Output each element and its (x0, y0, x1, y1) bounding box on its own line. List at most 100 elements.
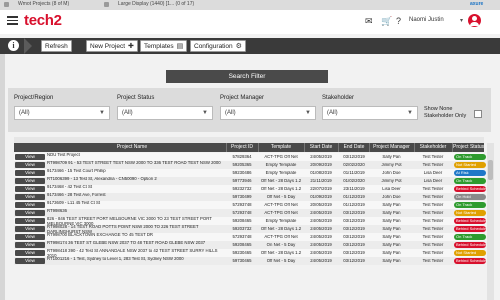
status-badge: Behind Schedule (454, 226, 486, 232)
view-button[interactable]: View (15, 242, 45, 248)
project-name-cell[interactable]: RT998709 91 - 53 TEST STREET TEST NSW 20… (47, 161, 227, 166)
chevron-right-icon (24, 38, 32, 54)
project-name-cell[interactable]: 9173609 - L11 45 Test Ct St (47, 201, 227, 206)
project-id-cell: 59205365 (232, 163, 252, 167)
project-name-cell[interactable]: 9173466 - 28 Test Ave, Forrest (47, 193, 227, 198)
cart-icon[interactable]: 🛒 (381, 16, 392, 27)
project-name-cell[interactable]: 9173466 - 15 Test Court Phillip (47, 169, 227, 174)
template-cell: ACT-TPG Off Net (264, 155, 298, 159)
status-badge: On Track (454, 178, 486, 184)
table-row: View RT998028 - 14 TEST ROAD POTTS POINT … (14, 225, 486, 233)
project-id-cell: 59730499 (232, 195, 252, 199)
project-manager-cell: Sally Pan (382, 235, 401, 239)
mail-icon[interactable]: ✉ (365, 16, 373, 27)
project-id-cell: 59208465 (232, 219, 252, 223)
start-date-cell: 01/09/2019 (310, 195, 332, 199)
project-name-cell[interactable]: 9173468 - 42 Test Ct St (47, 185, 227, 190)
project-name-cell[interactable]: RT998174 36 TEST ST GLEBE NSW 2037 TO 48… (47, 241, 227, 246)
view-button[interactable]: View (15, 226, 45, 232)
col-project-name[interactable]: Project Name (46, 143, 218, 152)
search-filter-toggle[interactable]: Search Filter (166, 70, 328, 83)
project-region-select[interactable]: (All) ▼ (14, 106, 110, 120)
start-date-cell: 20/09/2019 (310, 163, 332, 167)
new-project-button[interactable]: New Project ✚ (86, 40, 138, 52)
project-manager-cell: John Doe (382, 195, 401, 199)
view-button[interactable]: View (15, 234, 45, 240)
project-manager-cell: Sally Pan (382, 203, 401, 207)
project-manager-cell: Sally Pan (382, 251, 401, 255)
template-cell: ACT-TPG Off Net (264, 203, 298, 207)
help-icon[interactable]: ? (396, 16, 401, 26)
filter-label-project-status: Project Status (117, 95, 155, 101)
project-id-cell: 59730465 (232, 259, 252, 263)
start-date-cell: 21/11/2019 (310, 179, 332, 183)
end-date-cell: 03/12/2019 (343, 259, 365, 263)
view-button[interactable]: View (15, 210, 45, 216)
status-badge: Not Started (454, 210, 486, 216)
status-badge: On Hold (454, 194, 486, 200)
col-end-date[interactable]: End Date (339, 143, 369, 152)
end-date-cell: 03/12/2019 (343, 251, 365, 255)
view-button[interactable]: View (15, 218, 45, 224)
project-manager-cell: John Doe (382, 171, 401, 175)
start-date-cell: 24/05/2019 (310, 259, 332, 263)
status-badge: Behind Schedule (454, 218, 486, 224)
project-manager-cell: Sally Pan (382, 211, 401, 215)
template-cell: Empty Template (265, 171, 297, 175)
project-name-cell[interactable]: NDU Test Project (47, 153, 227, 158)
view-button[interactable]: View (15, 178, 45, 184)
browser-tab-1[interactable]: Wmot Projects (8 of M) (18, 1, 69, 7)
avatar[interactable] (468, 14, 481, 27)
project-id-cell: 57829364 (232, 155, 252, 159)
view-button[interactable]: View (15, 186, 45, 192)
col-template[interactable]: Template (259, 143, 303, 152)
view-button[interactable]: View (15, 194, 45, 200)
project-name-cell[interactable]: RT1001216 - 1 Test, Sydney to Level 1, 2… (47, 257, 227, 262)
template-cell: ACT-TPG Off Net (264, 235, 298, 239)
template-cell: ACT-TPG Off Net (264, 211, 298, 215)
view-button[interactable]: View (15, 170, 45, 176)
col-project-manager[interactable]: Project Manager (370, 143, 413, 152)
col-project-status[interactable]: Project Status (453, 143, 484, 152)
view-button[interactable]: View (15, 258, 45, 264)
configuration-button[interactable]: Configuration ⚙ (190, 40, 246, 52)
chevron-down-icon: ▼ (99, 110, 105, 116)
table-row: View 826 - 846 TEST STREET PORT MELBOURNE… (14, 217, 486, 225)
project-status-select[interactable]: (All) ▼ (117, 106, 213, 120)
start-date-cell: 24/05/2019 (310, 235, 332, 239)
status-badge: On Track (454, 202, 486, 208)
refresh-button[interactable]: Refresh (41, 40, 72, 52)
table-scrollbar-thumb[interactable] (488, 160, 493, 180)
project-id-cell: 59230486 (232, 171, 252, 175)
project-manager-select[interactable]: (All) ▼ (220, 106, 316, 120)
project-name-cell[interactable]: RT998700 BLACKTOWN EXCHANGE TO 45 TEST D… (47, 233, 227, 238)
view-button[interactable]: View (15, 154, 45, 160)
show-none-stakeholder-checkbox[interactable] (474, 110, 482, 118)
view-button[interactable]: View (15, 250, 45, 256)
col-start-date[interactable]: Start Date (305, 143, 337, 152)
template-cell: Off Net - 28 Days 1.2 (260, 187, 302, 191)
view-button[interactable]: View (15, 202, 45, 208)
col-stakeholder[interactable]: Stakeholder (415, 143, 451, 152)
browser-tab-2[interactable]: Large Display (1440) [1... (0 of 17) (118, 1, 194, 7)
start-date-cell: 24/05/2019 (310, 211, 332, 215)
info-icon[interactable]: i (8, 40, 19, 51)
table-row: View RT998636 57293748 ACT-TPG Off Net 24/05… (14, 209, 486, 217)
stakeholder-select[interactable]: (All) ▼ (322, 106, 418, 120)
hamburger-menu-icon[interactable] (7, 16, 18, 25)
view-button[interactable]: View (15, 162, 45, 168)
end-date-cell: 03/12/2019 (343, 155, 365, 159)
page-icon (4, 2, 9, 7)
col-project-id[interactable]: Project ID (227, 143, 257, 152)
user-name[interactable]: Naomi Justin (409, 17, 444, 23)
left-scrollbar[interactable] (0, 54, 5, 300)
table-row: View 9173466 - 15 Test Court Phillip 59230… (14, 169, 486, 177)
project-id-cell: 59232732 (232, 187, 252, 191)
stakeholder-cell: Test Tester (422, 219, 444, 223)
project-name-cell[interactable]: RT1006399 - 13 Test St, Alexandria - CN5… (47, 177, 227, 182)
show-none-stakeholder-label: Show None Stakeholder Only (424, 106, 467, 119)
templates-button[interactable]: Templates ▤ (140, 40, 188, 52)
chevron-down-icon[interactable]: ▾ (460, 17, 463, 24)
project-name-cell[interactable]: RT998636 (47, 209, 227, 214)
table-row: View NDU Test Project 57829364 ACT-TPG Off … (14, 153, 486, 161)
